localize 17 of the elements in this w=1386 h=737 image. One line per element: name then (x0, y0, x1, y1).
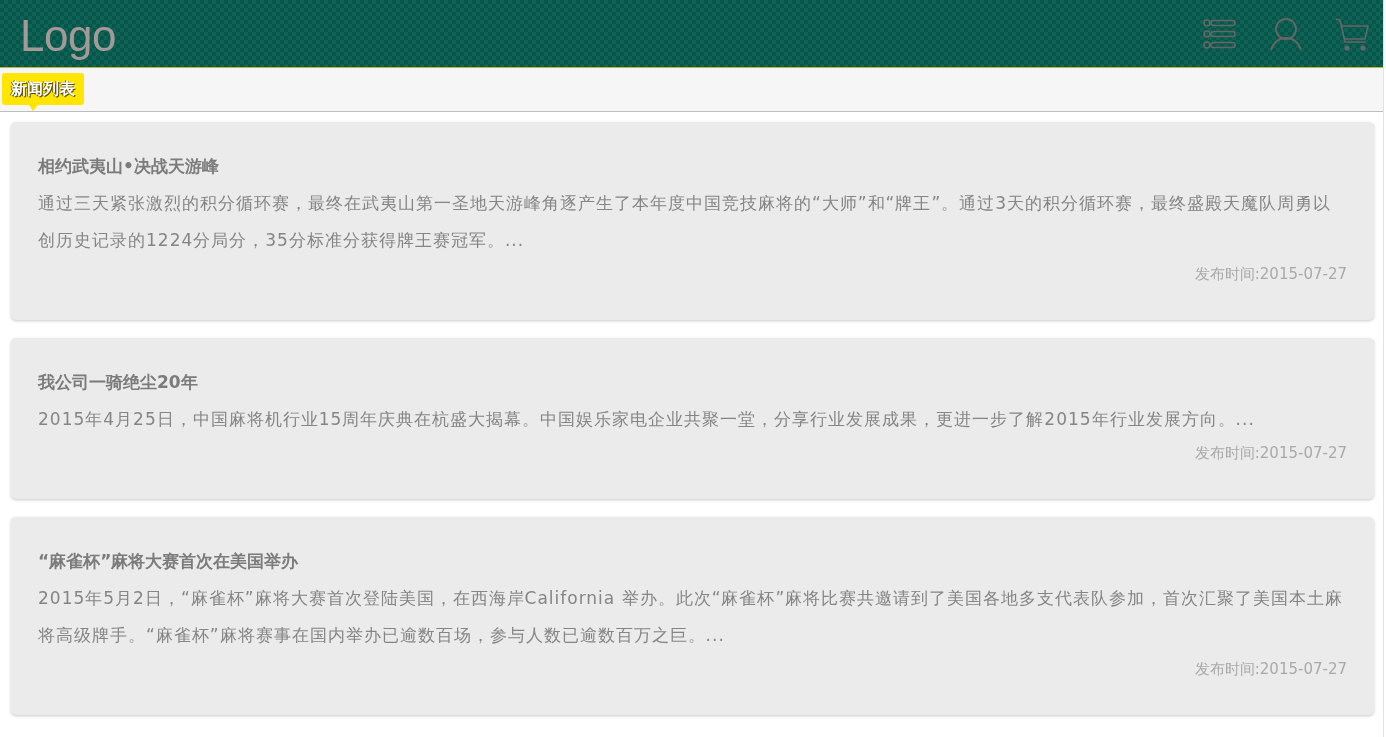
section-label: 新闻列表 (2, 73, 84, 111)
news-summary: 通过三天紧张激烈的积分循环赛，最终在武夷山第一圣地天游峰角逐产生了本年度中国竞技麻将的“大师”和“牌王”。通过3天的积分循环赛，最终盛殿天魔队周勇以创历史记录的1224分局分，35分标准分获得牌王赛冠军。... (38, 192, 1333, 252)
news-card[interactable]: “麻雀杯”麻将大赛首次在美国举办 2015年5月2日，“麻雀杯”麻将大赛首次登陆美国，在西海岸California 举办。此次“麻雀杯”麻将比赛共邀请到了美国各地多支代表队参加，首次汇聚了美国本土麻将高级牌手。“麻雀杯”麻将赛事在国内举办已逾数百场，参与人数已逾数百万之巨。... 发布时间:2015-07-27 (11, 517, 1374, 715)
news-title: 相约武夷山•决战天游峰 (38, 155, 220, 178)
publish-date: 发布时间:2015-07-27 (1193, 264, 1347, 285)
news-summary: 2015年4月25日，中国麻将机行业15周年庆典在杭盛大揭幕。中国娱乐家电企业共聚一堂，分享行业发展成果，更进一步了解2015年行业发展方向。... (38, 408, 1256, 431)
news-title: 我公司一骑绝尘20年 (38, 371, 199, 394)
publish-date: 发布时间:2015-07-27 (1193, 659, 1347, 680)
publish-date: 发布时间:2015-07-27 (1193, 443, 1347, 464)
menu-icon[interactable] (1203, 16, 1237, 51)
news-summary: 2015年5月2日，“麻雀杯”麻将大赛首次登陆美国，在西海岸California 举办。此次“麻雀杯”麻将比赛共邀请到了美国各地多支代表队参加，首次汇聚了美国本土麻将高级牌手。“麻雀杯”麻将赛事在国内举办已逾数百场，参与人数已逾数百万之巨。... (38, 587, 1345, 647)
news-title: “麻雀杯”麻将大赛首次在美国举办 (38, 550, 300, 573)
user-icon[interactable] (1269, 16, 1303, 51)
logo[interactable]: Logo (20, 13, 116, 58)
news-card[interactable]: 相约武夷山•决战天游峰 通过三天紧张激烈的积分循环赛，最终在武夷山第一圣地天游峰角逐产生了本年度中国竞技麻将的“大师”和“牌王”。通过3天的积分循环赛，最终盛殿天魔队周勇以创历史记录的1224分局分，35分标准分获得牌王赛冠军。... 发布时间:2015-07-27 (11, 122, 1374, 320)
cart-icon[interactable] (1335, 16, 1369, 51)
news-card[interactable]: 我公司一骑绝尘20年 2015年4月25日，中国麻将机行业15周年庆典在杭盛大揭幕。中国娱乐家电企业共聚一堂，分享行业发展成果，更进一步了解2015年行业发展方向。... 发布时间:2015-07-27 (11, 338, 1374, 499)
